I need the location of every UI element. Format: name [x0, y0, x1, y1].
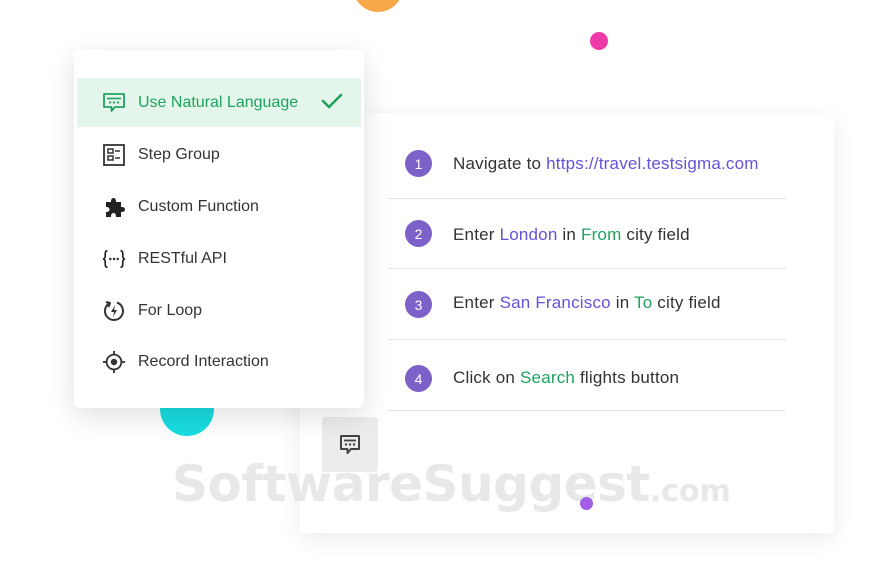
step-action: Navigate to	[453, 154, 547, 173]
step-number-badge: 4	[405, 365, 432, 392]
menu-item-label: Use Natural Language	[138, 93, 299, 111]
api-braces-icon	[102, 247, 126, 271]
step-suffix: city field	[652, 293, 721, 312]
menu-item-for-loop[interactable]: For Loop	[77, 286, 361, 335]
test-step-3[interactable]: 3 Enter San Francisco in To city field	[388, 269, 786, 340]
natural-language-icon	[102, 91, 126, 115]
test-step-4[interactable]: 4 Click on Search flights button	[388, 340, 786, 411]
step-action: Enter	[453, 293, 500, 312]
watermark-suffix: .com	[649, 474, 731, 509]
step-text: Click on Search flights button	[453, 368, 679, 388]
step-suffix: city field	[621, 225, 690, 244]
step-number-badge: 2	[405, 220, 432, 247]
step-number-badge: 1	[405, 150, 432, 177]
test-step-2[interactable]: 2 Enter London in From city field	[388, 198, 786, 269]
step-type-menu: Use Natural Language Step Group Custom F…	[74, 50, 364, 408]
step-test-data: London	[499, 225, 558, 244]
watermark: SoftwareSuggest.com	[172, 455, 731, 513]
decorative-orange-circle	[353, 0, 403, 12]
menu-item-label: RESTful API	[138, 249, 227, 267]
natural-language-icon	[340, 434, 360, 454]
step-suffix: flights button	[575, 368, 680, 387]
menu-item-custom-function[interactable]: Custom Function	[77, 182, 361, 231]
step-element: To	[634, 293, 653, 312]
step-text: Navigate to https://travel.testsigma.com	[453, 154, 759, 174]
menu-item-label: Custom Function	[138, 197, 259, 215]
menu-item-use-natural-language[interactable]: Use Natural Language	[77, 78, 361, 127]
step-element: From	[580, 225, 622, 244]
loop-icon	[102, 299, 126, 323]
step-test-data: San Francisco	[499, 293, 611, 312]
step-text: Enter San Francisco in To city field	[453, 293, 721, 313]
step-group-icon	[102, 143, 126, 167]
checkmark-icon	[321, 93, 343, 109]
target-icon	[102, 350, 126, 374]
test-step-1[interactable]: 1 Navigate to https://travel.testsigma.c…	[388, 128, 786, 199]
menu-item-label: Step Group	[138, 145, 220, 163]
step-text: Enter London in From city field	[453, 225, 690, 245]
menu-item-label: Record Interaction	[138, 352, 269, 370]
menu-item-restful-api[interactable]: RESTful API	[77, 234, 361, 283]
menu-item-label: For Loop	[138, 301, 203, 319]
menu-item-record-interaction[interactable]: Record Interaction	[77, 337, 361, 386]
step-action: Enter	[453, 225, 500, 244]
menu-item-step-group[interactable]: Step Group	[77, 130, 361, 179]
decorative-pink-dot	[590, 32, 608, 50]
step-connector: in	[610, 293, 634, 312]
step-number-badge: 3	[405, 291, 432, 318]
step-connector: in	[557, 225, 581, 244]
watermark-text: SoftwareSuggest	[172, 455, 650, 513]
step-url-value: https://travel.testsigma.com	[546, 154, 759, 173]
decorative-purple-dot	[580, 497, 593, 510]
step-action: Click on	[453, 368, 520, 387]
step-element: Search	[520, 368, 576, 387]
puzzle-icon	[102, 195, 126, 219]
